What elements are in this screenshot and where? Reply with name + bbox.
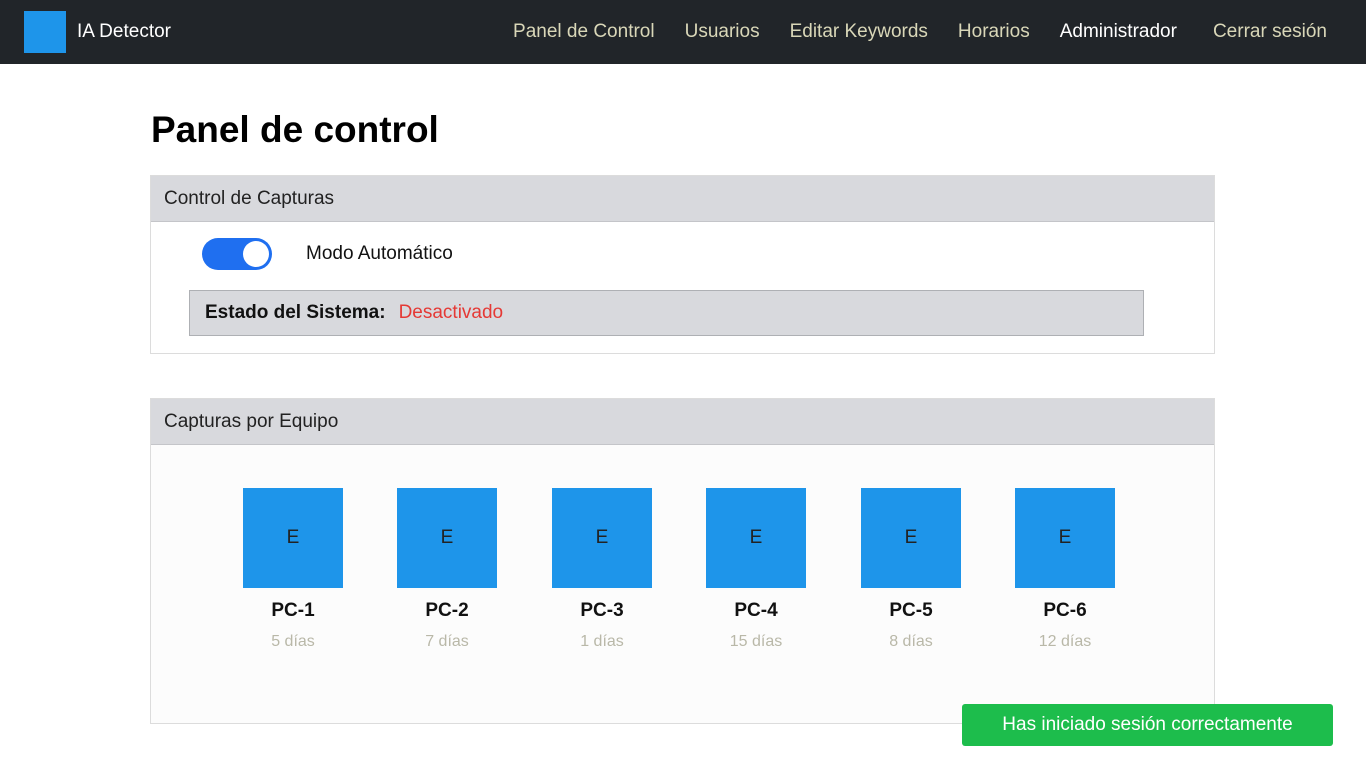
pc-thumbnail: E: [397, 488, 497, 588]
pc-thumbnail: E: [861, 488, 961, 588]
pc-name: PC-4: [734, 600, 778, 621]
toggle-knob: [243, 241, 269, 267]
pc-thumbnail: E: [706, 488, 806, 588]
pc-capture-age: 1 días: [580, 633, 624, 650]
auto-mode-toggle[interactable]: [202, 238, 272, 270]
nav-link-schedules[interactable]: Horarios: [958, 21, 1030, 43]
pc-capture-age: 8 días: [889, 633, 933, 650]
pc-name: PC-2: [425, 600, 469, 621]
pc-card-1[interactable]: E PC-1 5 días: [243, 488, 343, 652]
page-title: Panel de control: [151, 109, 439, 150]
login-success-toast: Has iniciado sesión correctamente: [962, 704, 1333, 746]
pc-capture-age: 15 días: [729, 633, 783, 650]
brand-name: IA Detector: [77, 21, 171, 42]
pc-thumbnail: E: [1015, 488, 1115, 588]
captures-card: Capturas por Equipo E PC-1 5 días E PC-2…: [150, 398, 1215, 724]
capture-control-card: Control de Capturas Modo Automático Esta…: [150, 175, 1215, 354]
pc-capture-age: 7 días: [425, 633, 469, 650]
pc-capture-age: 12 días: [1038, 633, 1092, 650]
logout-link[interactable]: Cerrar sesión: [1213, 21, 1327, 43]
pc-name: PC-1: [271, 600, 315, 621]
pc-thumbnail: E: [552, 488, 652, 588]
nav-link-users[interactable]: Usuarios: [685, 21, 760, 43]
brand-logo: [24, 11, 66, 53]
pc-name: PC-3: [580, 600, 624, 621]
nav-link-keywords[interactable]: Editar Keywords: [790, 21, 928, 43]
pc-name: PC-6: [1043, 600, 1087, 621]
captures-header: Capturas por Equipo: [151, 399, 1214, 445]
pc-card-4[interactable]: E PC-4 15 días: [706, 488, 806, 652]
pc-card-6[interactable]: E PC-6 12 días: [1015, 488, 1115, 652]
brand[interactable]: IA Detector: [24, 11, 171, 53]
system-status-box: Estado del Sistema: Desactivado: [189, 290, 1144, 336]
top-navbar: IA Detector Panel de Control Usuarios Ed…: [0, 0, 1366, 64]
system-status-label: Estado del Sistema:: [205, 302, 386, 323]
pc-card-5[interactable]: E PC-5 8 días: [861, 488, 961, 652]
auto-mode-row: Modo Automático: [202, 238, 453, 270]
pc-card-2[interactable]: E PC-2 7 días: [397, 488, 497, 652]
pc-card-3[interactable]: E PC-3 1 días: [552, 488, 652, 652]
main-nav: Panel de Control Usuarios Editar Keyword…: [483, 0, 1327, 64]
auto-mode-label: Modo Automático: [306, 243, 453, 264]
pc-name: PC-5: [889, 600, 933, 621]
pc-capture-age: 5 días: [271, 633, 315, 650]
nav-link-panel[interactable]: Panel de Control: [513, 21, 655, 43]
pc-thumbnail: E: [243, 488, 343, 588]
system-status-value: Desactivado: [398, 302, 504, 323]
nav-link-admin[interactable]: Administrador: [1060, 21, 1177, 43]
capture-control-header: Control de Capturas: [151, 176, 1214, 222]
